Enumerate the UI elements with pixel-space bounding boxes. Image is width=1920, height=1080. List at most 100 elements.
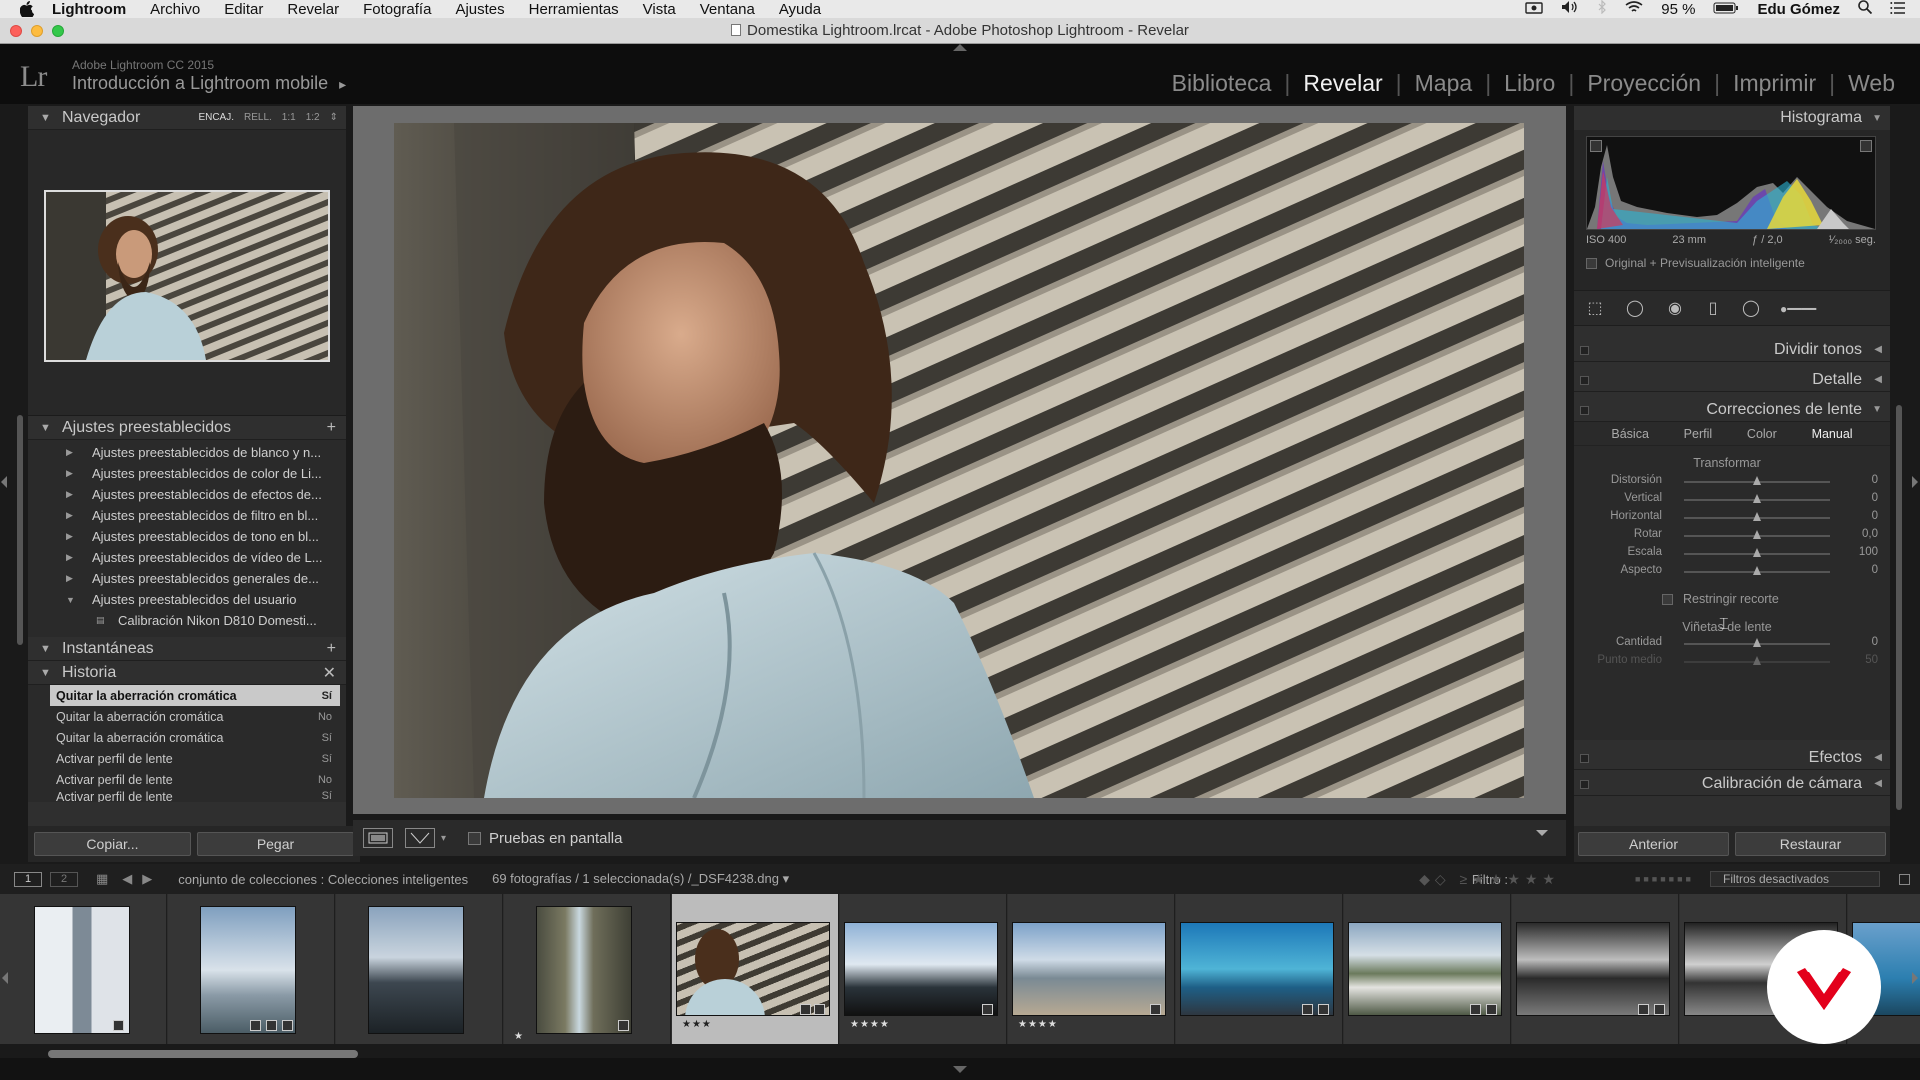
main-photo[interactable] <box>394 123 1524 798</box>
slider-escala[interactable]: Escala 100 <box>1574 544 1890 562</box>
slider-value[interactable]: 100 <box>1859 546 1878 558</box>
preview-checkbox[interactable] <box>1586 257 1597 269</box>
highlight-clipping-indicator-icon[interactable] <box>1860 140 1872 152</box>
photo-count[interactable]: 69 fotografías / 1 seleccionada(s) /_DSF… <box>492 871 789 887</box>
snapshots-header[interactable]: ▼ Instantáneas + <box>28 637 346 661</box>
slider-distorsion[interactable]: Distorsión 0 <box>1574 472 1890 490</box>
view-menu-arrow-icon[interactable]: ▾ <box>441 833 446 844</box>
module-web[interactable]: Web <box>1835 70 1908 97</box>
module-mapa[interactable]: Mapa <box>1402 70 1486 97</box>
spotlight-search-icon[interactable] <box>1858 0 1873 18</box>
filmstrip-thumbnail[interactable] <box>1512 894 1679 1044</box>
panel-switch-icon[interactable] <box>1580 780 1589 789</box>
filmstrip-thumbnail[interactable] <box>168 894 335 1044</box>
navigator-header[interactable]: ▼ Navegador ENCAJ. RELL. 1:1 1:2 ⇕ <box>28 106 346 130</box>
navigator-thumbnail[interactable] <box>44 190 330 362</box>
right-panel-scrollbar[interactable] <box>1896 405 1902 810</box>
before-after-button[interactable] <box>405 828 435 848</box>
shadow-clipping-indicator-icon[interactable] <box>1590 140 1602 152</box>
filter-lock-icon[interactable] <box>1899 873 1910 885</box>
collapse-right-panel-icon[interactable] <box>1912 476 1918 488</box>
slider-value[interactable]: 0 <box>1872 510 1878 522</box>
color-label-filter-icon[interactable]: ■■■■■■■ <box>1635 874 1694 884</box>
paste-settings-button[interactable]: Pegar <box>197 832 354 856</box>
history-header[interactable]: ▼ Historia ✕ <box>28 661 346 685</box>
collapse-left-panel-icon[interactable] <box>1 476 7 488</box>
slider-thumb[interactable] <box>1753 548 1761 557</box>
slider-thumb[interactable] <box>1753 512 1761 521</box>
zoom-menu-icon[interactable]: ⇕ <box>330 112 338 123</box>
add-preset-icon[interactable]: + <box>327 419 336 437</box>
slider-thumb[interactable] <box>1753 494 1761 503</box>
slider-aspecto[interactable]: Aspecto 0 <box>1574 562 1890 580</box>
bluetooth-icon[interactable] <box>1597 0 1607 18</box>
panel-switch-icon[interactable] <box>1580 406 1589 415</box>
module-proyeccion[interactable]: Proyección <box>1574 70 1714 97</box>
crop-tool-icon[interactable]: ⬚ <box>1586 300 1604 318</box>
module-imprimir[interactable]: Imprimir <box>1720 70 1829 97</box>
filter-preset-select[interactable]: Filtros desactivados <box>1710 871 1880 887</box>
wifi-icon[interactable] <box>1625 0 1643 18</box>
filmstrip-scroll-left-icon[interactable] <box>2 972 8 984</box>
left-panel-scrollbar[interactable] <box>17 415 23 645</box>
slider-value[interactable]: 0,0 <box>1862 528 1878 540</box>
second-window-button[interactable]: 2 <box>50 871 78 887</box>
radial-filter-tool-icon[interactable]: ◯ <box>1742 300 1760 318</box>
menu-herramientas[interactable]: Herramientas <box>529 1 619 18</box>
soft-proof-checkbox[interactable] <box>468 831 482 845</box>
graduated-filter-tool-icon[interactable]: ▯ <box>1704 300 1722 318</box>
slider-rotar[interactable]: Rotar 0,0 <box>1574 526 1890 544</box>
menu-app-name[interactable]: Lightroom <box>52 1 126 18</box>
preset-folder[interactable]: ▶ Ajustes preestablecidos de blanco y n..… <box>28 442 346 463</box>
collapse-top-panel-icon[interactable] <box>953 44 967 51</box>
main-window-button[interactable]: 1 <box>14 871 42 887</box>
notification-center-icon[interactable] <box>1890 1 1906 18</box>
module-revelar[interactable]: Revelar <box>1290 70 1395 97</box>
split-tone-header[interactable]: Dividir tonos ◀ <box>1574 338 1890 362</box>
preset-folder[interactable]: ▶ Ajustes preestablecidos de efectos de..… <box>28 484 346 505</box>
preset-folder[interactable]: ▶ Ajustes preestablecidos de tono en bl..… <box>28 526 346 547</box>
spot-removal-tool-icon[interactable]: ◯ <box>1626 300 1644 318</box>
filmstrip-thumbnail[interactable]: ★★★★ <box>840 894 1007 1044</box>
adjustment-brush-tool-icon[interactable]: ●━━━━ <box>1780 300 1840 318</box>
zoom-fit-option[interactable]: ENCAJ. <box>198 112 234 123</box>
history-row[interactable]: Activar perfil de lente No <box>28 769 346 790</box>
history-row[interactable]: Activar perfil de lente Sí <box>28 790 346 802</box>
battery-icon[interactable] <box>1713 1 1739 18</box>
collapse-filmstrip-icon[interactable] <box>953 1066 967 1073</box>
panel-switch-icon[interactable] <box>1580 346 1589 355</box>
module-libro[interactable]: Libro <box>1491 70 1568 97</box>
preset-folder[interactable]: ▶ Ajustes preestablecidos de filtro en bl… <box>28 505 346 526</box>
effects-header[interactable]: Efectos ◀ <box>1574 746 1890 770</box>
menu-user-name[interactable]: Edu Gómez <box>1757 1 1840 18</box>
slider-thumb[interactable] <box>1753 638 1761 647</box>
camera-calibration-header[interactable]: Calibración de cámara ◀ <box>1574 772 1890 796</box>
catalog-name[interactable]: Introducción a Lightroom mobile ▸ <box>72 73 346 94</box>
apple-icon[interactable] <box>20 1 38 17</box>
preset-item[interactable]: ▤ Calibración Nikon D810 Domesti... <box>28 610 346 631</box>
filmstrip-thumbnail[interactable] <box>336 894 503 1044</box>
lens-corrections-header[interactable]: Correcciones de lente ▼ <box>1574 398 1890 422</box>
toolbar-menu-icon[interactable] <box>1536 830 1548 836</box>
zoom-1-2-option[interactable]: 1:2 <box>306 112 320 123</box>
menu-fotografia[interactable]: Fotografía <box>363 1 431 18</box>
slider-value[interactable]: 0 <box>1872 492 1878 504</box>
module-biblioteca[interactable]: Biblioteca <box>1159 70 1285 97</box>
forward-arrow-icon[interactable]: ▶ <box>142 871 152 887</box>
reset-button[interactable]: Restaurar <box>1735 832 1886 856</box>
slider-cantidad[interactable]: Cantidad 0 <box>1574 634 1890 652</box>
slider-thumb[interactable] <box>1753 476 1761 485</box>
filmstrip-scroll-right-icon[interactable] <box>1912 972 1918 984</box>
filmstrip-thumbnail[interactable] <box>0 894 167 1044</box>
slider-thumb[interactable] <box>1753 530 1761 539</box>
history-row[interactable]: Quitar la aberración cromática Sí <box>50 685 340 706</box>
copy-settings-button[interactable]: Copiar... <box>34 832 191 856</box>
constrain-crop-checkbox[interactable] <box>1662 593 1673 605</box>
panel-switch-icon[interactable] <box>1580 376 1589 385</box>
history-row[interactable]: Activar perfil de lente Sí <box>28 748 346 769</box>
clear-history-icon[interactable]: ✕ <box>323 663 336 683</box>
preset-folder[interactable]: ▶ Ajustes preestablecidos de color de Li.… <box>28 463 346 484</box>
slider-value[interactable]: 0 <box>1872 474 1878 486</box>
preset-folder-user[interactable]: ▼ Ajustes preestablecidos del usuario <box>28 589 346 610</box>
panel-switch-icon[interactable] <box>1580 754 1589 763</box>
